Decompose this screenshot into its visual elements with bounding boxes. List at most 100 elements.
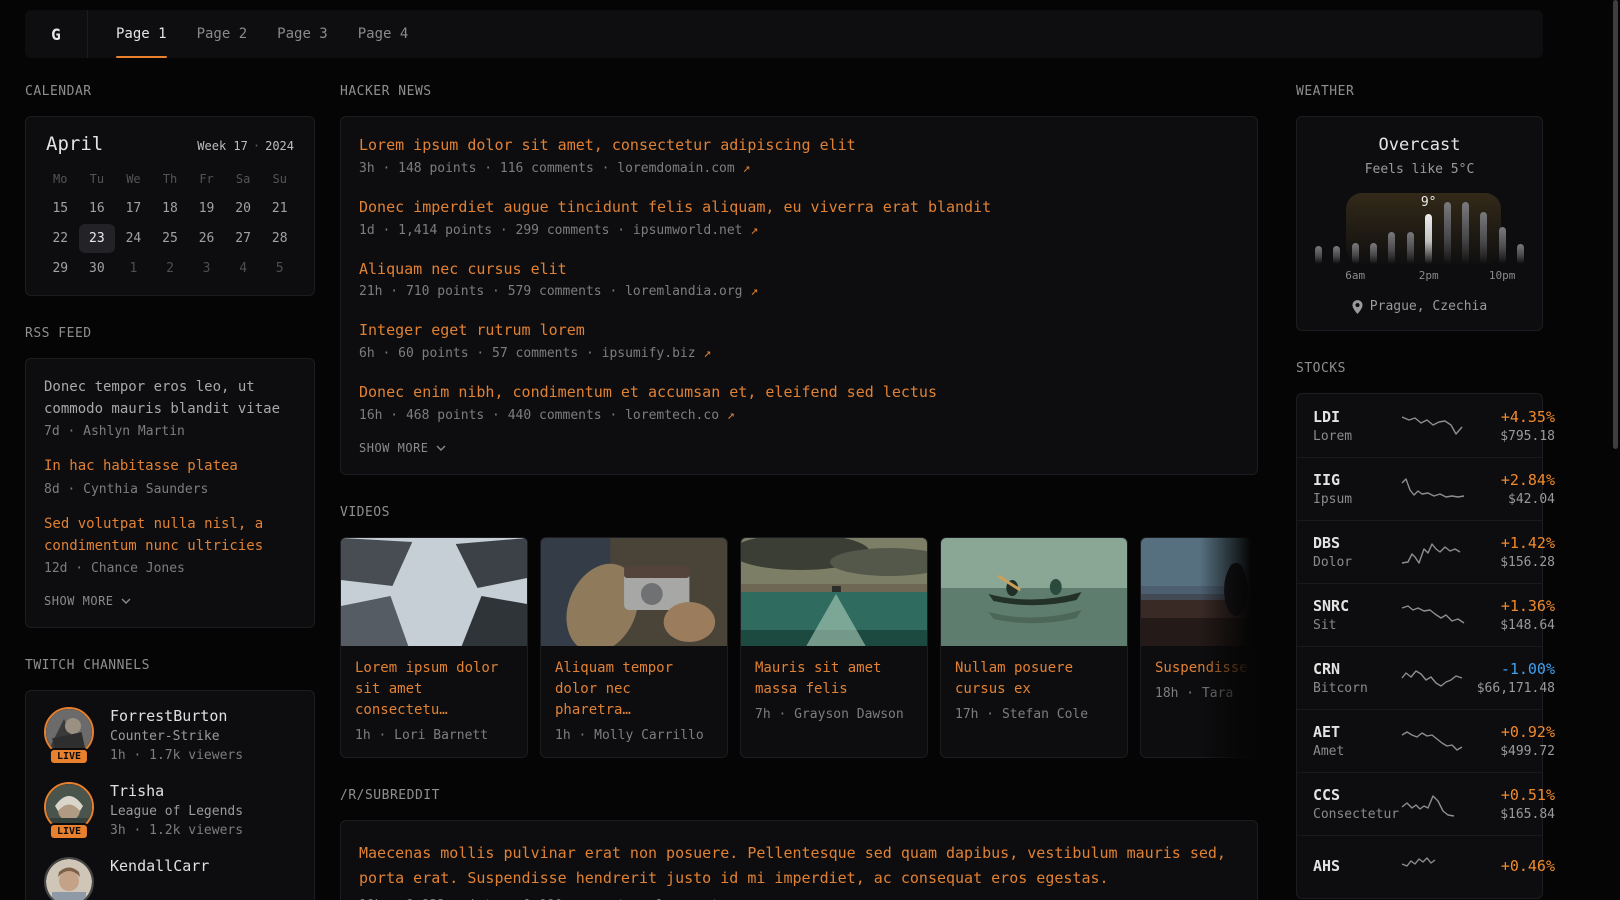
hn-story-link[interactable]: Donec imperdiet augue tincidunt felis al… — [359, 197, 1239, 219]
stock-change: +0.46% — [1465, 857, 1555, 875]
hn-story-link[interactable]: Integer eget rutrum lorem — [359, 320, 1239, 342]
streamer-name[interactable]: Trisha — [110, 782, 243, 800]
scrollbar-thumb[interactable] — [1613, 0, 1618, 449]
stock-name: Ipsum — [1313, 492, 1401, 507]
calendar-day[interactable]: 30 — [79, 254, 116, 283]
stock-sparkline — [1401, 791, 1465, 818]
video-title[interactable]: Mauris sit amet massa felis — [755, 658, 913, 700]
video-thumbnail-towers-sky — [341, 538, 527, 646]
twitch-channel[interactable]: LIVE ForrestBurton Counter-Strike 1h · 1… — [44, 707, 296, 763]
rss-item: In hac habitasse platea 8d · Cynthia Sau… — [44, 456, 296, 497]
twitch-channel[interactable]: KendallCarr — [44, 857, 296, 900]
calendar-day[interactable]: 16 — [79, 194, 116, 223]
video-thumbnail-sea-wake — [741, 538, 927, 646]
rss-item-link[interactable]: Sed volutpat nulla nisl, a condimentum n… — [44, 514, 296, 557]
calendar-day[interactable]: 21 — [261, 194, 298, 223]
video-card[interactable]: Nullam posuere cursus ex 17h · Stefan Co… — [940, 537, 1128, 758]
weather-section: WEATHER Overcast Feels like 5°C 9° 6am2p… — [1296, 84, 1543, 331]
video-card[interactable]: Lorem ipsum dolor sit amet consectetu… 1… — [340, 537, 528, 758]
calendar-day[interactable]: 24 — [115, 224, 152, 253]
hn-story: Integer eget rutrum lorem 6h · 60 points… — [359, 320, 1239, 361]
stock-row[interactable]: LDI Lorem +4.35% $795.18 — [1297, 394, 1542, 457]
weather-hourly-chart: 9° 6am2pm10pm — [1315, 193, 1524, 283]
stock-row[interactable]: CCS Consectetur +0.51% $165.84 — [1297, 772, 1542, 835]
stocks-card: LDI Lorem +4.35% $795.18 IIG Ipsum — [1296, 393, 1543, 899]
stock-row[interactable]: IIG Ipsum +2.84% $42.04 — [1297, 457, 1542, 520]
stock-row[interactable]: AHS +0.46% — [1297, 835, 1542, 898]
calendar-day[interactable]: 22 — [42, 224, 79, 253]
calendar-day-selected[interactable]: 23 — [79, 224, 116, 253]
twitch-channel[interactable]: LIVE Trisha League of Legends 3h · 1.2k … — [44, 782, 296, 838]
rss-item: Donec tempor eros leo, ut commodo mauris… — [44, 377, 296, 439]
calendar-day[interactable]: 19 — [188, 194, 225, 223]
calendar-month: April — [46, 133, 103, 155]
hn-story-link[interactable]: Aliquam nec cursus elit — [359, 259, 1239, 281]
hn-story-link[interactable]: Lorem ipsum dolor sit amet, consectetur … — [359, 135, 1239, 157]
video-card[interactable]: Aliquam tempor dolor nec pharetra… 1h · … — [540, 537, 728, 758]
rss-item-meta: 7d · Ashlyn Martin — [44, 424, 296, 439]
stock-sparkline — [1401, 412, 1465, 439]
stock-row[interactable]: DBS Dolor +1.42% $156.28 — [1297, 520, 1542, 583]
external-link-icon[interactable]: ↗ — [750, 223, 758, 238]
rss-item: Sed volutpat nulla nisl, a condimentum n… — [44, 514, 296, 576]
nav-tabs: Page 1 Page 2 Page 3 Page 4 — [116, 10, 408, 58]
tab-page-2[interactable]: Page 2 — [197, 10, 248, 58]
calendar-day-next-month[interactable]: 5 — [261, 254, 298, 283]
streamer-name[interactable]: ForrestBurton — [110, 707, 243, 725]
hn-show-more-button[interactable]: SHOW MORE — [359, 441, 446, 455]
rss-show-more-button[interactable]: SHOW MORE — [44, 594, 131, 608]
rss-item-link[interactable]: In hac habitasse platea — [44, 456, 296, 478]
twitch-section-title: TWITCH CHANNELS — [25, 658, 315, 673]
stock-change: +0.92% — [1465, 723, 1555, 741]
streamer-name[interactable]: KendallCarr — [110, 857, 209, 875]
tab-label: Page 2 — [197, 26, 248, 42]
external-link-icon[interactable]: ↗ — [703, 346, 711, 361]
calendar-day[interactable]: 20 — [225, 194, 262, 223]
tab-page-3[interactable]: Page 3 — [277, 10, 328, 58]
stock-price: $148.64 — [1465, 618, 1555, 633]
external-link-icon[interactable]: ↗ — [727, 408, 735, 423]
rss-item-link[interactable]: Donec tempor eros leo, ut commodo mauris… — [44, 377, 296, 420]
hn-story-link[interactable]: Donec enim nibh, condimentum et accumsan… — [359, 382, 1239, 404]
calendar-day-next-month[interactable]: 4 — [225, 254, 262, 283]
tab-page-1[interactable]: Page 1 — [116, 10, 167, 58]
video-card[interactable]: Suspendisse diam 18h · Tara — [1140, 537, 1258, 758]
stock-name: Dolor — [1313, 555, 1401, 570]
stock-change: +4.35% — [1465, 408, 1555, 426]
calendar-day-next-month[interactable]: 3 — [188, 254, 225, 283]
stock-symbol: SNRC — [1313, 597, 1401, 615]
tab-page-4[interactable]: Page 4 — [358, 10, 409, 58]
subreddit-post-link[interactable]: Maecenas mollis pulvinar erat non posuer… — [359, 841, 1239, 892]
calendar-day[interactable]: 15 — [42, 194, 79, 223]
calendar-day[interactable]: 25 — [152, 224, 189, 253]
stock-change: +1.36% — [1465, 597, 1555, 615]
stock-price: $499.72 — [1465, 744, 1555, 759]
stock-row[interactable]: SNRC Sit +1.36% $148.64 — [1297, 583, 1542, 646]
external-link-icon[interactable]: ↗ — [743, 161, 751, 176]
video-title[interactable]: Aliquam tempor dolor nec pharetra… — [555, 658, 713, 721]
stock-row[interactable]: AET Amet +0.92% $499.72 — [1297, 709, 1542, 772]
calendar-day-next-month[interactable]: 1 — [115, 254, 152, 283]
stock-price: $165.84 — [1465, 807, 1555, 822]
external-link-icon[interactable]: ↗ — [750, 284, 758, 299]
calendar-day[interactable]: 29 — [42, 254, 79, 283]
video-title[interactable]: Lorem ipsum dolor sit amet consectetu… — [355, 658, 513, 721]
video-card[interactable]: Mauris sit amet massa felis 7h · Grayson… — [740, 537, 928, 758]
stock-sparkline — [1401, 602, 1465, 629]
stock-name: Amet — [1313, 744, 1401, 759]
calendar-day-next-month[interactable]: 2 — [152, 254, 189, 283]
stocks-section: STOCKS LDI Lorem +4.35% $795.18 — [1296, 361, 1543, 899]
stock-price: $795.18 — [1465, 429, 1555, 444]
calendar-day[interactable]: 17 — [115, 194, 152, 223]
calendar-day[interactable]: 18 — [152, 194, 189, 223]
stocks-section-title: STOCKS — [1296, 361, 1543, 376]
calendar-day[interactable]: 28 — [261, 224, 298, 253]
video-title[interactable]: Suspendisse diam — [1155, 658, 1258, 679]
app-logo[interactable]: G — [25, 10, 88, 58]
calendar-day[interactable]: 26 — [188, 224, 225, 253]
video-title[interactable]: Nullam posuere cursus ex — [955, 658, 1113, 700]
calendar-card: April Week 17·2024 Mo Tu We Th Fr Sa Su … — [25, 116, 315, 296]
calendar-day[interactable]: 27 — [225, 224, 262, 253]
hn-story-meta: 1d · 1,414 points · 299 comments · ipsum… — [359, 223, 1239, 238]
stock-row[interactable]: CRN Bitcorn -1.00% $66,171.48 — [1297, 646, 1542, 709]
